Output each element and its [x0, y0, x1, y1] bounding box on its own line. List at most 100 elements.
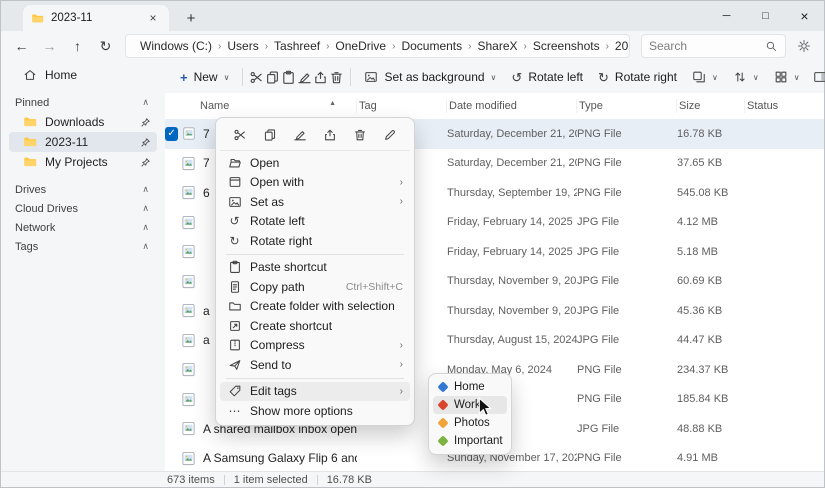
toolbar-view-controls: ∨ ∨ ∨	[685, 65, 825, 90]
sort-button[interactable]: ∨	[726, 66, 766, 88]
set-as-background-button[interactable]: Set as background ∨	[357, 66, 503, 88]
search-input[interactable]	[649, 39, 759, 53]
new-button[interactable]: + New ∨	[173, 66, 236, 89]
chevron-up-icon[interactable]: ∧	[142, 241, 149, 252]
image-file-icon	[181, 185, 196, 200]
chevron-up-icon[interactable]: ∧	[142, 97, 149, 108]
layout-button[interactable]: ∨	[767, 66, 807, 88]
breadcrumb-item[interactable]: Tashreef	[271, 38, 323, 54]
file-type: PNG File	[577, 157, 677, 169]
row-icon-cell	[165, 178, 199, 208]
chevron-up-icon[interactable]: ∧	[142, 184, 149, 195]
breadcrumb-item[interactable]: OneDrive	[332, 38, 389, 54]
rename-button[interactable]	[288, 124, 312, 146]
copy-button[interactable]	[265, 65, 280, 90]
delete-button[interactable]	[329, 65, 344, 90]
sidebar-item-downloads[interactable]: Downloads	[9, 112, 157, 132]
paste-button[interactable]	[281, 65, 296, 90]
chevron-up-icon[interactable]: ∧	[142, 203, 149, 214]
copy-button[interactable]	[258, 124, 282, 146]
file-type: PNG File	[577, 128, 677, 140]
submenu-arrow-icon: ›	[400, 340, 403, 351]
breadcrumb-item[interactable]: 2023-11	[612, 38, 630, 54]
column-header-tag[interactable]: Tag	[357, 99, 447, 113]
edit-button[interactable]	[378, 124, 402, 146]
share-icon	[323, 128, 337, 142]
folder-icon	[23, 115, 37, 129]
menu-item-create-folder-with-selection[interactable]: Create folder with selection	[220, 297, 410, 317]
sidebar-section-tags[interactable]: Tags ∧	[11, 237, 155, 256]
tag-item-important[interactable]: Important	[433, 432, 507, 450]
breadcrumb-chevron-icon: ›	[265, 41, 268, 52]
column-header-date-modified[interactable]: Date modified	[447, 99, 577, 113]
breadcrumb-item[interactable]: Screenshots	[530, 38, 603, 54]
row-checkbox[interactable]: ✓	[165, 127, 178, 141]
image-file-icon	[181, 156, 196, 171]
submenu-arrow-icon: ›	[400, 386, 403, 397]
menu-item-paste-shortcut[interactable]: Paste shortcut	[220, 258, 410, 278]
cut-button[interactable]	[249, 65, 264, 90]
sidebar-section-network[interactable]: Network ∧	[11, 218, 155, 237]
tab-close-icon[interactable]: ×	[145, 10, 161, 26]
file-size: 60.69 KB	[677, 275, 745, 287]
delete-button[interactable]	[348, 124, 372, 146]
up-button[interactable]: ↑	[65, 34, 90, 58]
column-header-name[interactable]: Name ▲	[165, 99, 357, 113]
menu-item-open[interactable]: Open	[220, 153, 410, 173]
image-file-icon	[181, 244, 196, 259]
sidebar-item-my-projects[interactable]: My Projects	[9, 152, 157, 172]
rotate-right-button[interactable]: ↻ Rotate right	[591, 66, 684, 88]
sidebar-item-2023-11[interactable]: 2023-11	[9, 132, 157, 152]
sidebar-section-drives[interactable]: Drives ∧	[11, 180, 155, 199]
menu-item-edit-tags[interactable]: Edit tags ›	[220, 382, 410, 402]
display-options-button[interactable]: ∨	[685, 66, 725, 88]
menu-item-set-as[interactable]: Set as ›	[220, 192, 410, 212]
sidebar-section-pinned[interactable]: Pinned ∧	[11, 93, 155, 112]
sidebar-section-cloud-drives[interactable]: Cloud Drives ∧	[11, 199, 155, 218]
breadcrumb-item[interactable]: Windows (C:)	[137, 38, 215, 54]
maximize-button[interactable]: □	[746, 1, 785, 31]
menu-item-rotate-left[interactable]: ↺ Rotate left	[220, 212, 410, 232]
preview-pane-button[interactable]	[808, 65, 825, 90]
tag-item-home[interactable]: Home	[433, 378, 507, 396]
row-icon-cell	[165, 444, 199, 474]
tab-2023-11[interactable]: 2023-11 ×	[23, 5, 169, 31]
settings-button[interactable]	[792, 34, 816, 58]
refresh-button[interactable]: ↻	[93, 34, 118, 58]
row-icon-cell	[165, 149, 199, 179]
search-box[interactable]	[641, 34, 786, 58]
rotate-left-label: Rotate left	[528, 70, 583, 84]
minimize-button[interactable]: ─	[707, 1, 746, 31]
menu-item-compress[interactable]: Compress ›	[220, 336, 410, 356]
tag-item-photos[interactable]: Photos	[433, 414, 507, 432]
tag-item-work[interactable]: Work	[433, 396, 507, 414]
menu-item-show-more-options[interactable]: ⋯ Show more options	[220, 401, 410, 421]
share-button[interactable]	[318, 124, 342, 146]
menu-item-create-shortcut[interactable]: Create shortcut	[220, 316, 410, 336]
new-tab-button[interactable]: +	[179, 7, 203, 29]
forward-button[interactable]: →	[37, 34, 62, 58]
column-header-status[interactable]: Status	[745, 99, 824, 113]
breadcrumb-item[interactable]: ShareX	[475, 38, 521, 54]
menu-item-send-to[interactable]: Send to ›	[220, 355, 410, 375]
tag-label: Important	[454, 435, 503, 447]
breadcrumb-item[interactable]: Documents	[398, 38, 465, 54]
menu-item-open-with[interactable]: Open with ›	[220, 173, 410, 193]
chevron-up-icon[interactable]: ∧	[142, 222, 149, 233]
column-header-size[interactable]: Size	[677, 99, 745, 113]
close-button[interactable]: ×	[785, 1, 824, 31]
chevron-down-icon: ∨	[224, 73, 230, 82]
column-headers: Name ▲ Tag Date modified Type Size Statu…	[165, 93, 824, 119]
menu-shortcut: Ctrl+Shift+C	[346, 281, 403, 293]
rename-button[interactable]	[297, 65, 312, 90]
back-button[interactable]: ←	[9, 34, 34, 58]
rotate-left-button[interactable]: ↺ Rotate left	[504, 66, 590, 88]
share-button[interactable]	[313, 65, 328, 90]
sidebar-item-home[interactable]: Home	[9, 65, 157, 85]
menu-item-label: Rotate left	[250, 214, 305, 228]
breadcrumb-item[interactable]: Users	[224, 38, 261, 54]
column-header-type[interactable]: Type	[577, 99, 677, 113]
cut-button[interactable]	[228, 124, 252, 146]
menu-item-rotate-right[interactable]: ↻ Rotate right	[220, 231, 410, 251]
menu-item-copy-path[interactable]: Copy path Ctrl+Shift+C	[220, 277, 410, 297]
